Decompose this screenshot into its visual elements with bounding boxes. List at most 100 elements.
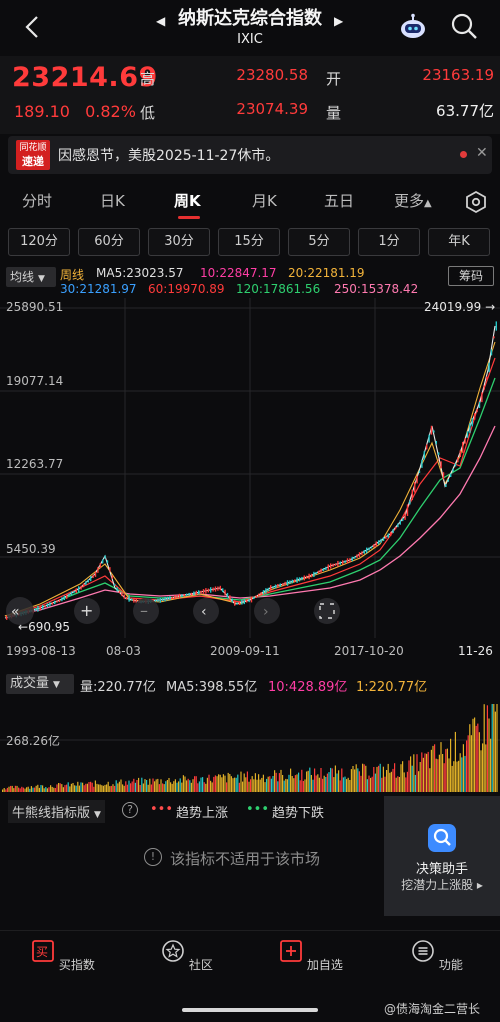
volume-bar <box>86 783 88 792</box>
change-value: 189.10 <box>14 102 70 121</box>
volume-bar <box>184 776 186 792</box>
volume-bar <box>422 757 424 792</box>
candle <box>97 567 99 573</box>
candle <box>282 583 284 586</box>
candle <box>202 589 205 594</box>
indicator-selector[interactable]: 牛熊线指标版 ▼ <box>8 800 105 823</box>
volume-bar <box>8 786 10 792</box>
candle <box>325 566 327 571</box>
volume-bar <box>413 754 415 792</box>
tab-five-day[interactable]: 五日 <box>324 190 354 211</box>
nav-community[interactable]: 社区 <box>142 939 232 973</box>
help-icon[interactable]: ? <box>122 802 138 818</box>
volume-bar <box>318 777 320 792</box>
news-logo-line2: 速递 <box>22 155 44 168</box>
settings-hexagon-icon[interactable] <box>464 190 488 214</box>
btn-1min[interactable]: 1分 <box>358 228 420 256</box>
tab-more[interactable]: 更多▲ <box>394 190 432 211</box>
btn-30min[interactable]: 30分 <box>148 228 210 256</box>
candle <box>409 500 411 505</box>
next-index-icon[interactable]: ▶ <box>334 14 343 28</box>
volume-bar <box>75 785 77 792</box>
volume-bar <box>115 780 117 792</box>
volume-bar <box>339 780 341 792</box>
volume-current: 量:220.77亿 <box>80 680 156 695</box>
volume-bar <box>466 740 468 792</box>
volume-bar <box>78 785 80 792</box>
candle <box>289 580 291 584</box>
ma-selector[interactable]: 均线 ▼ <box>6 267 56 287</box>
candle <box>205 588 207 594</box>
volume-selector[interactable]: 成交量 ▼ <box>6 674 74 694</box>
volume-bar <box>338 770 340 792</box>
btn-120min[interactable]: 120分 <box>8 228 70 256</box>
nav-functions[interactable]: 功能 <box>392 939 482 973</box>
notice-banner[interactable]: 同花顺 速递 因感恩节，美股2025-11-27休市。 ✕ <box>8 136 492 174</box>
tab-week-k[interactable]: 周K <box>174 190 201 211</box>
nav-buy-index[interactable]: 买 买指数 <box>18 939 108 973</box>
volume-bar <box>456 761 458 792</box>
candle <box>291 579 293 584</box>
volume-bar <box>475 725 477 792</box>
candle <box>123 594 125 599</box>
tab-fenshi[interactable]: 分时 <box>22 190 52 211</box>
decision-assistant-card[interactable]: 决策助手 挖潜力上涨股 ▸ <box>384 796 500 916</box>
candle <box>178 593 181 599</box>
candle <box>37 605 39 612</box>
candle <box>78 586 80 593</box>
candle <box>308 573 310 580</box>
notice-text: 因感恩节，美股2025-11-27休市。 <box>58 148 280 164</box>
svg-text:›: › <box>263 604 269 620</box>
btn-5min[interactable]: 5分 <box>288 228 350 256</box>
volume-bar <box>187 778 189 792</box>
candle <box>90 576 92 582</box>
volume-bar <box>426 753 428 792</box>
btn-60min[interactable]: 60分 <box>78 228 140 256</box>
candle <box>430 425 433 435</box>
volume-y-label: 268.26亿 <box>6 734 60 748</box>
search-icon[interactable] <box>450 12 478 40</box>
candle <box>332 563 334 567</box>
add-watchlist-icon <box>280 940 302 962</box>
candle <box>169 596 171 601</box>
volume-chart[interactable]: 268.26亿 <box>0 700 500 792</box>
ma10-value: 10:22847.17 <box>200 266 277 280</box>
nav-add-watchlist[interactable]: 加自选 <box>266 939 356 973</box>
tab-day-k[interactable]: 日K <box>100 190 125 211</box>
candle <box>229 595 231 601</box>
btn-year-k[interactable]: 年K <box>428 228 490 256</box>
volume-bar <box>258 774 260 792</box>
volume-bar <box>373 767 375 792</box>
home-indicator[interactable] <box>182 1008 318 1012</box>
volume-bar <box>128 780 130 792</box>
volume-bar <box>410 756 412 792</box>
candle <box>176 595 178 599</box>
volume-bar <box>237 774 239 792</box>
btn-15min[interactable]: 15分 <box>218 228 280 256</box>
volume-bar <box>442 754 444 792</box>
candle <box>255 595 257 598</box>
volume-bar <box>280 769 282 792</box>
volume-bar <box>357 768 359 792</box>
candle <box>222 588 224 593</box>
candle <box>495 321 497 331</box>
tab-month-k[interactable]: 月K <box>252 190 277 211</box>
candle <box>214 586 217 592</box>
kline-chart[interactable]: « + – ‹ › 25890.51 19077.14 12263.77 545… <box>0 298 500 638</box>
volume-bar <box>294 775 296 792</box>
volume-bar <box>107 781 109 792</box>
back-arrow-icon[interactable] <box>18 12 48 42</box>
candle <box>118 590 121 593</box>
volume-value: 63.77亿 <box>436 102 494 120</box>
volume-bar <box>411 765 413 792</box>
volume-bar <box>286 779 288 792</box>
candle <box>486 376 488 380</box>
volume-bar <box>496 704 498 792</box>
robot-assistant-icon[interactable] <box>398 12 428 42</box>
close-icon[interactable]: ✕ <box>476 145 488 161</box>
chouma-button[interactable]: 筹码 <box>448 266 494 286</box>
candle <box>181 594 183 598</box>
volume-bar <box>83 785 85 792</box>
volume-bar <box>350 769 352 792</box>
volume-bar <box>162 783 164 792</box>
